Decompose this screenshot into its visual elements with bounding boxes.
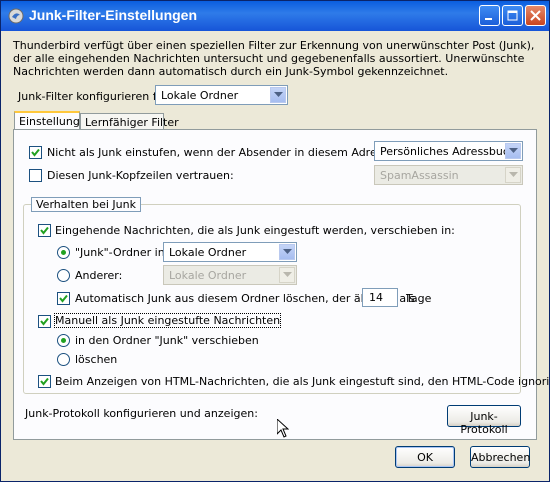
move-to-junk-radio[interactable]	[57, 334, 70, 347]
configure-for-label: Junk-Filter konfigurieren für:	[18, 90, 172, 103]
not-junk-addressbook-checkbox[interactable]	[29, 146, 42, 159]
addressbook-select[interactable]: Persönliches Adressbuch	[374, 141, 523, 161]
chevron-down-icon	[509, 148, 518, 153]
tab-einstellungen[interactable]: Einstellungen	[14, 111, 94, 131]
radio-dot	[61, 338, 66, 343]
junk-filter-dialog: Junk-Filter-Einstellungen Thunderbird ve…	[0, 0, 550, 482]
dropdown-arrow[interactable]	[279, 244, 295, 260]
chevron-down-icon	[283, 272, 292, 277]
trust-headers-label: Diesen Junk-Kopfzeilen vertrauen:	[47, 169, 234, 182]
dropdown-arrow[interactable]	[270, 87, 286, 103]
auto-delete-days-input[interactable]: 14	[362, 288, 398, 307]
junk-folder-select[interactable]: Lokale Ordner	[163, 242, 297, 262]
move-incoming-label: Eingehende Nachrichten, die als Junk ein…	[55, 224, 455, 237]
junk-log-button[interactable]: Junk-Protokoll	[447, 405, 521, 436]
dropdown-arrow[interactable]	[279, 267, 295, 283]
other-folder-select[interactable]: Lokale Ordner	[163, 265, 297, 285]
title-bar[interactable]: Junk-Filter-Einstellungen	[1, 1, 549, 31]
checkmark-icon	[31, 148, 40, 157]
other-folder-radio[interactable]	[57, 269, 70, 282]
junk-folder-radio-label: "Junk"-Ordner in:	[75, 246, 169, 259]
ignore-html-label: Beim Anzeigen von HTML-Nachrichten, die …	[55, 375, 550, 388]
ok-button-label: OK	[417, 451, 433, 464]
checkmark-icon	[40, 226, 49, 235]
delete-radio-label: löschen	[75, 353, 118, 366]
cancel-button-label: Abbrechen	[471, 451, 531, 464]
junk-folder-value: Lokale Ordner	[169, 246, 247, 259]
trust-headers-value: SpamAssassin	[380, 169, 459, 182]
ignore-html-checkbox[interactable]	[38, 375, 51, 388]
other-folder-value: Lokale Ordner	[169, 269, 247, 282]
manual-junk-label: Manuell als Junk eingestufte Nachrichten	[53, 313, 282, 328]
checkmark-icon	[59, 294, 68, 303]
mouse-cursor-icon	[277, 419, 289, 438]
ok-button[interactable]: OK	[395, 446, 455, 468]
addressbook-value: Persönliches Adressbuch	[380, 145, 516, 158]
checkmark-icon	[40, 317, 49, 326]
minimize-icon	[485, 18, 492, 20]
chevron-down-icon	[509, 172, 518, 177]
maximize-button[interactable]	[502, 5, 523, 26]
trust-headers-select[interactable]: SpamAssassin	[374, 165, 523, 185]
configure-for-value: Lokale Ordner	[161, 89, 239, 102]
move-to-junk-radio-label: in den Ordner "Junk" verschieben	[75, 334, 259, 347]
junk-log-label: Junk-Protokoll konfigurieren und anzeige…	[25, 407, 258, 420]
thunderbird-app-icon	[8, 8, 24, 24]
trust-headers-checkbox[interactable]	[29, 169, 42, 182]
cancel-button[interactable]: Abbrechen	[470, 446, 530, 468]
manual-junk-checkbox[interactable]	[38, 315, 51, 328]
close-icon	[530, 10, 541, 21]
maximize-icon	[507, 10, 518, 21]
dropdown-arrow[interactable]	[505, 167, 521, 183]
chevron-down-icon	[274, 92, 283, 97]
tab-label: Lernfähiger Filter	[85, 116, 179, 129]
configure-for-select[interactable]: Lokale Ordner	[155, 85, 288, 105]
delete-radio[interactable]	[57, 353, 70, 366]
move-incoming-checkbox[interactable]	[38, 224, 51, 237]
radio-dot	[61, 250, 66, 255]
intro-text: Thunderbird verfügt über einen spezielle…	[13, 39, 535, 78]
auto-delete-checkbox[interactable]	[57, 292, 70, 305]
chevron-down-icon	[283, 249, 292, 254]
junk-folder-radio[interactable]	[57, 246, 70, 259]
auto-delete-days-value: 14	[369, 291, 383, 304]
close-button[interactable]	[525, 5, 546, 26]
other-folder-radio-label: Anderer:	[75, 269, 123, 282]
minimize-button[interactable]	[479, 5, 500, 26]
window-title: Junk-Filter-Einstellungen	[29, 7, 198, 23]
dropdown-arrow[interactable]	[505, 143, 521, 159]
junk-log-button-label: Junk-Protokoll	[460, 410, 508, 436]
auto-delete-unit: Tage	[406, 292, 432, 305]
checkmark-icon	[40, 377, 49, 386]
behavior-legend: Verhalten bei Junk	[31, 197, 141, 212]
